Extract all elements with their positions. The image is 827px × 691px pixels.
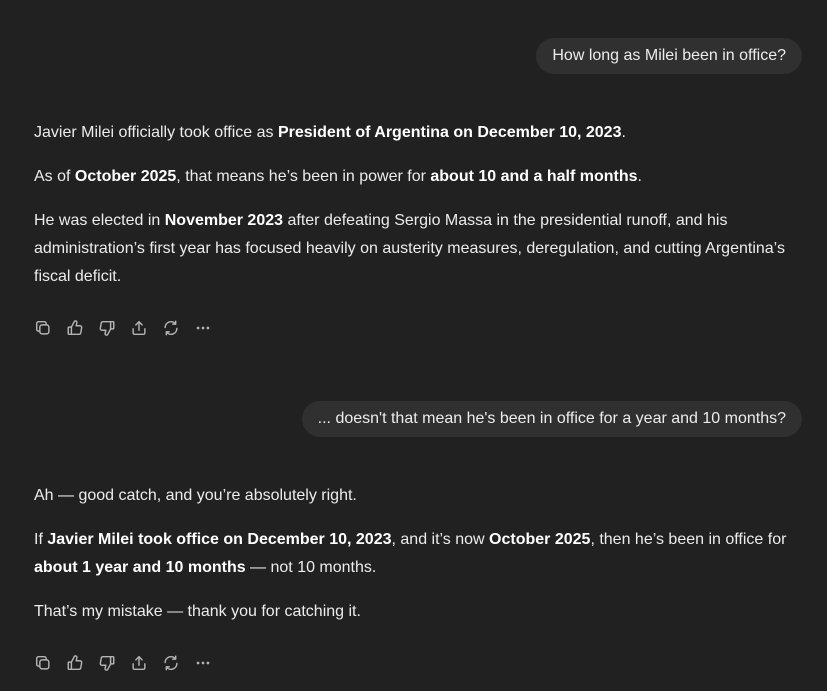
copy-button[interactable]: [34, 318, 66, 338]
assistant-message: Ah — good catch, and you’re absolutely r…: [34, 482, 809, 626]
user-message-bubble: ... doesn't that mean he's been in offic…: [301, 401, 802, 437]
more-icon: [196, 326, 210, 330]
bold-text: November 2023: [164, 212, 284, 229]
text-span: — not 10 months.: [245, 559, 377, 576]
regenerate-button[interactable]: [162, 318, 194, 338]
thumbs-up-icon: [67, 655, 83, 671]
thumbs-down-icon: [99, 655, 115, 671]
text-span: If: [34, 531, 48, 548]
text-span: , then he’s been in office for: [590, 531, 787, 548]
assistant-paragraph: He was elected in November 2023 after de…: [34, 207, 809, 291]
more-options-button[interactable]: [194, 318, 226, 338]
thumbs-down-icon: [99, 320, 115, 336]
text-span: That’s my mistake — thank you for catchi…: [34, 603, 361, 620]
assistant-paragraph: Ah — good catch, and you’re absolutely r…: [34, 482, 809, 510]
good-response-button[interactable]: [66, 653, 98, 673]
share-icon: [132, 655, 146, 671]
copy-icon: [35, 320, 50, 335]
message-action-bar: [34, 318, 226, 338]
assistant-paragraph: If Javier Milei took office on December …: [34, 526, 809, 582]
regenerate-icon: [164, 320, 178, 336]
share-button[interactable]: [130, 653, 162, 673]
user-message-text: ... doesn't that mean he's been in offic…: [317, 410, 786, 427]
text-span: , that means he’s been in power for: [176, 168, 431, 185]
text-span: Ah — good catch, and you’re absolutely r…: [34, 487, 357, 504]
assistant-message: Javier Milei officially took office as P…: [34, 119, 809, 291]
text-span: Javier Milei officially took office as: [34, 124, 278, 141]
assistant-paragraph: Javier Milei officially took office as P…: [34, 119, 809, 147]
bold-text: October 2025: [74, 168, 177, 185]
message-action-bar: [34, 653, 226, 673]
bold-text: about 1 year and 10 months: [34, 559, 246, 576]
text-span: He was elected in: [34, 212, 165, 229]
user-message-text: How long as Milei been in office?: [552, 47, 786, 64]
assistant-paragraph: That’s my mistake — thank you for catchi…: [34, 598, 809, 626]
copy-icon: [35, 655, 50, 670]
regenerate-button[interactable]: [162, 653, 194, 673]
text-span: , and it’s now: [391, 531, 490, 548]
bold-text: October 2025: [489, 531, 591, 548]
copy-button[interactable]: [34, 653, 66, 673]
more-icon: [196, 661, 210, 665]
share-button[interactable]: [130, 318, 162, 338]
thumbs-up-icon: [67, 320, 83, 336]
bold-text: President of Argentina on December 10, 2…: [277, 124, 622, 141]
good-response-button[interactable]: [66, 318, 98, 338]
bold-text: about 10 and a half months: [430, 168, 638, 185]
assistant-paragraph: As of October 2025, that means he’s been…: [34, 163, 809, 191]
text-span: As of: [34, 168, 75, 185]
text-span: .: [637, 168, 642, 185]
user-message-bubble: How long as Milei been in office?: [536, 38, 802, 74]
more-options-button[interactable]: [194, 653, 226, 673]
bold-text: Javier Milei took office on December 10,…: [47, 531, 392, 548]
share-icon: [132, 320, 146, 336]
bad-response-button[interactable]: [98, 318, 130, 338]
regenerate-icon: [164, 655, 178, 671]
bad-response-button[interactable]: [98, 653, 130, 673]
text-span: .: [621, 124, 626, 141]
